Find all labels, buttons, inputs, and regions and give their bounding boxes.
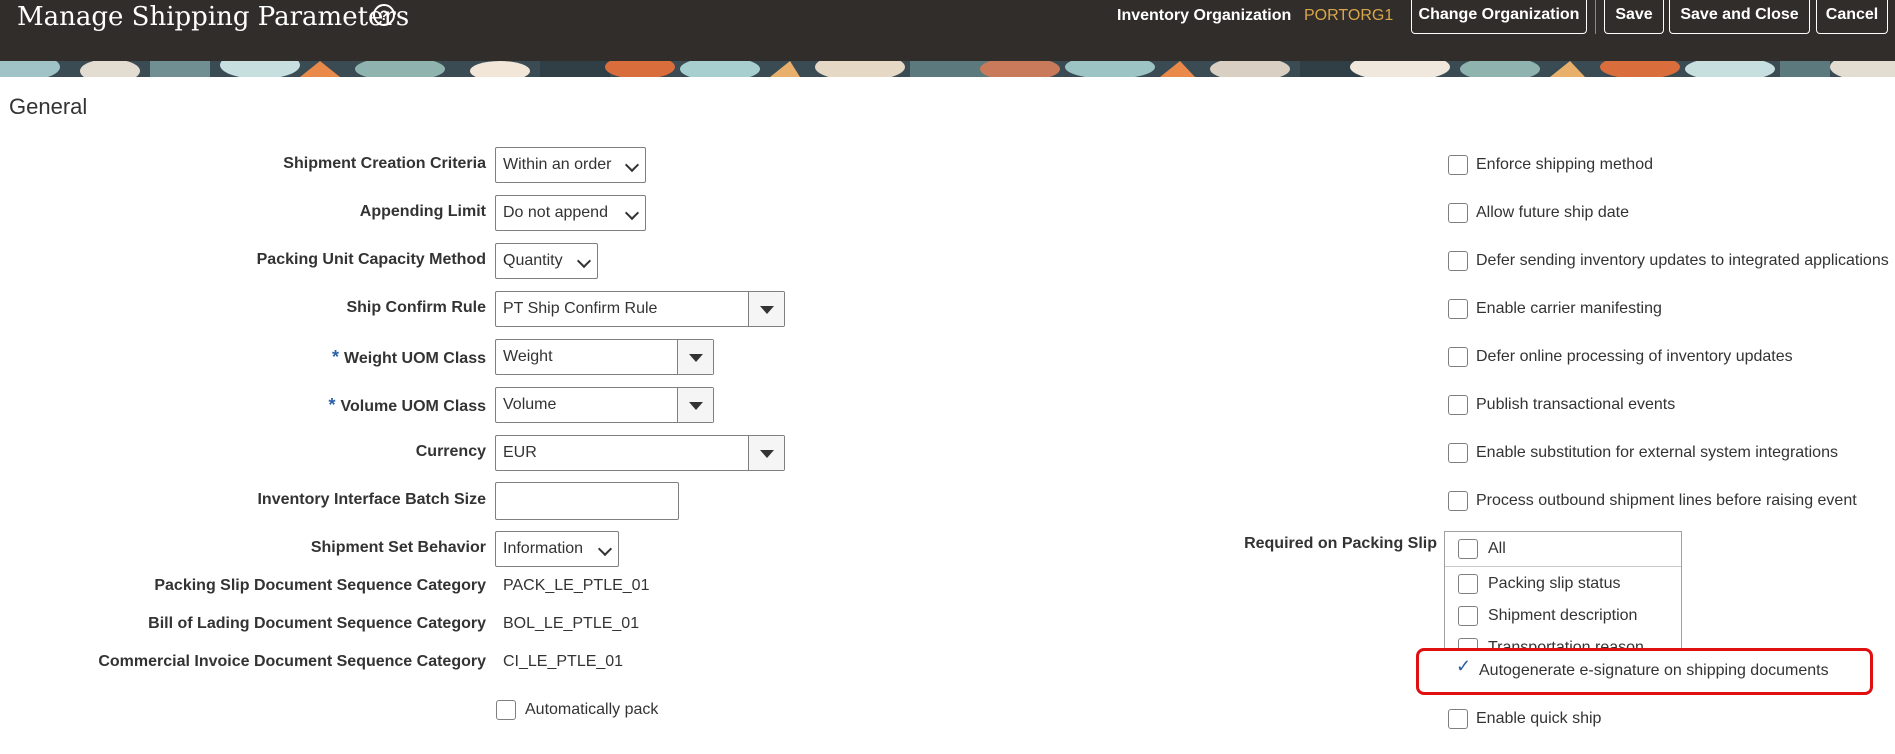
shipment-set-behavior-value: Information	[503, 540, 584, 557]
currency-combobox[interactable]: EUR	[495, 435, 785, 471]
packing-unit-capacity-method-label: Packing Unit Capacity Method	[256, 251, 486, 268]
weight-uom-class-combobox[interactable]: Weight	[495, 339, 714, 375]
autogenerate-esignature-label: Autogenerate e-signature on shipping doc…	[1479, 662, 1829, 679]
appending-limit-label: Appending Limit	[359, 203, 486, 220]
list-item-all[interactable]: All	[1445, 532, 1681, 567]
save-button[interactable]: Save	[1604, 0, 1664, 34]
all-checkbox[interactable]	[1458, 539, 1478, 559]
defer-sending-inventory-updates-checkbox[interactable]	[1448, 251, 1468, 271]
automatically-pack-checkbox[interactable]	[496, 700, 516, 720]
chevron-down-icon	[576, 253, 592, 269]
triangle-down-icon	[760, 450, 774, 458]
header-separator	[1595, 0, 1596, 34]
packing-slip-status-checkbox[interactable]	[1458, 574, 1478, 594]
chevron-down-icon	[624, 205, 640, 221]
automatically-pack-label: Automatically pack	[525, 701, 659, 718]
chevron-down-icon	[624, 157, 640, 173]
inventory-interface-batch-size-label: Inventory Interface Batch Size	[257, 491, 486, 508]
packing-slip-doc-seq-value: PACK_LE_PTLE_01	[503, 577, 650, 594]
defer-online-processing-label: Defer online processing of inventory upd…	[1476, 348, 1793, 365]
cancel-button[interactable]: Cancel	[1816, 0, 1888, 34]
enable-quick-ship-checkbox[interactable]	[1448, 709, 1468, 729]
bill-of-lading-doc-seq-label: Bill of Lading Document Sequence Categor…	[148, 615, 486, 632]
allow-future-ship-date-checkbox[interactable]	[1448, 203, 1468, 223]
defer-online-processing-checkbox[interactable]	[1448, 347, 1468, 367]
dropdown-button[interactable]	[748, 292, 784, 326]
dropdown-button[interactable]	[677, 388, 713, 422]
packing-unit-capacity-method-value: Quantity	[503, 252, 563, 269]
volume-uom-class-value: Volume	[503, 396, 557, 413]
process-outbound-shipment-lines-label: Process outbound shipment lines before r…	[1476, 492, 1857, 509]
header-decorative-strip	[0, 61, 1895, 77]
enforce-shipping-method-checkbox[interactable]	[1448, 155, 1468, 175]
ship-confirm-rule-combobox[interactable]: PT Ship Confirm Rule	[495, 291, 785, 327]
enable-carrier-manifesting-checkbox[interactable]	[1448, 299, 1468, 319]
inventory-organization-value: PORTORG1	[1304, 7, 1394, 24]
enable-substitution-checkbox[interactable]	[1448, 443, 1468, 463]
weight-uom-class-value: Weight	[503, 348, 553, 365]
appending-limit-select[interactable]: Do not append	[495, 195, 646, 231]
currency-label: Currency	[415, 443, 486, 460]
bill-of-lading-doc-seq-value: BOL_LE_PTLE_01	[503, 615, 640, 632]
publish-transactional-events-checkbox[interactable]	[1448, 395, 1468, 415]
shipment-creation-criteria-value: Within an order	[503, 156, 612, 173]
inventory-interface-batch-size-input[interactable]	[495, 482, 679, 520]
weight-uom-class-label-text: Weight UOM Class	[344, 350, 486, 367]
shipment-set-behavior-select[interactable]: Information	[495, 531, 619, 567]
help-icon[interactable]: ?	[373, 4, 395, 26]
chevron-down-icon	[597, 541, 613, 557]
commercial-invoice-doc-seq-label: Commercial Invoice Document Sequence Cat…	[98, 653, 486, 670]
volume-uom-class-combobox[interactable]: Volume	[495, 387, 714, 423]
packing-slip-status-label: Packing slip status	[1488, 575, 1621, 592]
dropdown-button[interactable]	[677, 340, 713, 374]
required-on-packing-slip-label: Required on Packing Slip	[1244, 535, 1437, 552]
enable-quick-ship-label: Enable quick ship	[1476, 710, 1602, 727]
all-label: All	[1488, 540, 1506, 557]
appending-limit-value: Do not append	[503, 204, 608, 221]
enable-substitution-label: Enable substitution for external system …	[1476, 444, 1838, 461]
enforce-shipping-method-label: Enforce shipping method	[1476, 156, 1653, 173]
save-and-close-button[interactable]: Save and Close	[1669, 0, 1810, 34]
process-outbound-shipment-lines-checkbox[interactable]	[1448, 491, 1468, 511]
enable-carrier-manifesting-label: Enable carrier manifesting	[1476, 300, 1662, 317]
triangle-down-icon	[760, 306, 774, 314]
required-on-packing-slip-listbox[interactable]: All Packing slip status Shipment descrip…	[1444, 531, 1682, 651]
app-header: Manage Shipping Parameters ? Inventory O…	[0, 0, 1895, 77]
packing-slip-doc-seq-label: Packing Slip Document Sequence Category	[154, 577, 486, 594]
change-organization-button[interactable]: Change Organization	[1411, 0, 1587, 34]
ship-confirm-rule-label: Ship Confirm Rule	[346, 299, 486, 316]
defer-sending-inventory-updates-label: Defer sending inventory updates to integ…	[1476, 252, 1889, 269]
allow-future-ship-date-label: Allow future ship date	[1476, 204, 1629, 221]
packing-unit-capacity-method-select[interactable]: Quantity	[495, 243, 598, 279]
weight-uom-class-label: * Weight UOM Class	[332, 347, 486, 368]
triangle-down-icon	[689, 354, 703, 362]
volume-uom-class-label: * Volume UOM Class	[328, 395, 486, 416]
commercial-invoice-doc-seq-value: CI_LE_PTLE_01	[503, 653, 624, 670]
volume-uom-class-label-text: Volume UOM Class	[340, 398, 486, 415]
triangle-down-icon	[689, 402, 703, 410]
ship-confirm-rule-value: PT Ship Confirm Rule	[503, 300, 658, 317]
section-title-general: General	[9, 94, 88, 119]
required-indicator: *	[328, 395, 336, 415]
shipment-creation-criteria-label: Shipment Creation Criteria	[283, 155, 486, 172]
inventory-organization-label: Inventory Organization	[1117, 7, 1292, 24]
required-indicator: *	[332, 347, 340, 367]
dropdown-button[interactable]	[748, 436, 784, 470]
shipment-creation-criteria-select[interactable]: Within an order	[495, 147, 646, 183]
shipment-set-behavior-label: Shipment Set Behavior	[310, 539, 486, 556]
shipment-description-checkbox[interactable]	[1458, 606, 1478, 626]
currency-value: EUR	[503, 444, 537, 461]
page-title: Manage Shipping Parameters	[17, 2, 410, 32]
publish-transactional-events-label: Publish transactional events	[1476, 396, 1676, 413]
shipment-description-label: Shipment description	[1488, 607, 1638, 624]
checkmark-icon[interactable]: ✓	[1456, 656, 1471, 677]
